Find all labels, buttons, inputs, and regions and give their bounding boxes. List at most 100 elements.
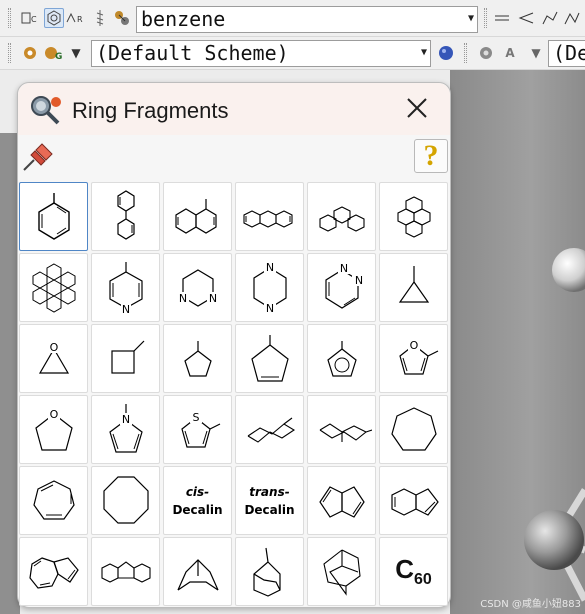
- fragment-cycloheptatriene[interactable]: [19, 466, 88, 535]
- help-button[interactable]: ?: [414, 139, 448, 173]
- dihedral-icon[interactable]: [540, 8, 560, 28]
- fluorene-icon: [100, 560, 151, 583]
- fragment-methylpyrrole[interactable]: N: [91, 395, 160, 464]
- chevron-down-icon[interactable]: ▼: [468, 7, 474, 31]
- pyrimidine-icon: N N: [176, 268, 219, 307]
- fragment-methylcyclobutane[interactable]: [91, 324, 160, 393]
- fragment-biphenyl[interactable]: [91, 182, 160, 251]
- cyclohexane-chair-2-icon: [319, 422, 372, 442]
- fragment-methylcyclopentane[interactable]: [163, 324, 232, 393]
- scheme-select-2[interactable]: (De: [548, 40, 585, 67]
- scheme-select[interactable]: (Default Scheme) ▼: [91, 40, 431, 67]
- toolbar-grip[interactable]: [484, 8, 487, 28]
- chevron-down-icon[interactable]: ▼: [526, 43, 546, 63]
- methylcyclopentene-icon: [250, 334, 289, 382]
- fragment-methylnaphthalene[interactable]: [163, 182, 232, 251]
- fragment-trans-decalin[interactable]: trans- Decalin: [235, 466, 304, 535]
- fragment-pentalene[interactable]: [307, 466, 376, 535]
- fragment-fluorene[interactable]: [91, 537, 160, 606]
- biphenyl-icon: [116, 189, 135, 240]
- help-icon: ?: [423, 139, 439, 172]
- fragment-methylcyclohexane-chair[interactable]: [235, 395, 304, 464]
- pentalene-icon: [318, 485, 365, 518]
- toolbar-grip[interactable]: [8, 43, 11, 63]
- bicyclooctane-icon: [252, 547, 281, 597]
- chain-tool-icon[interactable]: R: [66, 8, 86, 28]
- fragment-pyridazine[interactable]: N N: [307, 253, 376, 322]
- molecule-viewport[interactable]: [450, 70, 585, 614]
- oxygen-label: O: [409, 339, 418, 352]
- bond-rotate-icon[interactable]: [90, 8, 110, 28]
- fragment-anthracene[interactable]: [235, 182, 304, 251]
- fragment-methylcyclopropane[interactable]: [379, 253, 448, 322]
- fragment-oxirane[interactable]: O: [19, 324, 88, 393]
- nitrogen-label: N: [121, 413, 129, 426]
- nitrogen-label: N: [265, 261, 273, 274]
- pyrazine-icon: N N: [252, 260, 287, 315]
- ring-tool-icon[interactable]: [44, 8, 64, 28]
- close-icon[interactable]: [404, 95, 430, 121]
- methylfuran-icon: O: [398, 338, 438, 375]
- fragment-cycloheptane[interactable]: [379, 395, 448, 464]
- fragment-azulene[interactable]: [19, 537, 88, 606]
- fragment-c60[interactable]: C60: [379, 537, 448, 606]
- toluene-icon: [37, 192, 70, 240]
- chevron-down-icon[interactable]: ▼: [421, 41, 427, 65]
- fragment-bicyclooctane[interactable]: [235, 537, 304, 606]
- pin-icon[interactable]: [21, 141, 55, 173]
- fragment-adamantane[interactable]: [307, 537, 376, 606]
- pyrene-icon: [396, 195, 431, 238]
- nitrogen-label: N: [208, 292, 216, 305]
- cycloheptatriene-icon: [32, 479, 75, 520]
- fragment-pyrazine[interactable]: N N: [235, 253, 304, 322]
- fragment-pyrene[interactable]: [379, 182, 448, 251]
- panel-header: Ring Fragments: [18, 83, 450, 135]
- fragment-methylcyclopentene[interactable]: [235, 324, 304, 393]
- cyclooctane-icon: [102, 475, 149, 524]
- fragment-indene[interactable]: [379, 466, 448, 535]
- fragment-tetrahydrofuran[interactable]: O: [19, 395, 88, 464]
- coronene-icon: [32, 262, 75, 313]
- atom-icon[interactable]: [476, 43, 496, 63]
- toolbar-second: G ▼ (Default Scheme) ▼ A ▼ (De: [0, 37, 585, 70]
- globe-icon[interactable]: [436, 43, 456, 63]
- adamantane-icon: [322, 549, 361, 596]
- template-select-value: benzene: [141, 7, 226, 31]
- toolbar-grip[interactable]: [8, 8, 11, 28]
- fragment-methylcyclopentadienyl[interactable]: [307, 324, 376, 393]
- fragment-phenanthrene[interactable]: [307, 182, 376, 251]
- template-icon[interactable]: C: [20, 8, 40, 28]
- bond-angle-icon[interactable]: [516, 8, 536, 28]
- fragment-icon[interactable]: [112, 8, 132, 28]
- fragment-methylthiophene[interactable]: S: [163, 395, 232, 464]
- fragment-methylfuran[interactable]: O: [379, 324, 448, 393]
- atom-sphere[interactable]: [552, 248, 585, 292]
- fragment-pyrimidine[interactable]: N N: [163, 253, 232, 322]
- c60-label: C60: [395, 553, 432, 589]
- oxygen-label: O: [49, 341, 58, 354]
- nitrogen-label: N: [354, 274, 362, 287]
- tetrahydrofuran-icon: O: [34, 406, 73, 451]
- fragment-methylcyclohexane-chair-2[interactable]: [307, 395, 376, 464]
- fragment-toluene[interactable]: [19, 182, 88, 251]
- fragment-coronene[interactable]: [19, 253, 88, 322]
- style-icon[interactable]: [20, 43, 40, 63]
- fragment-methylpyridine[interactable]: N: [91, 253, 160, 322]
- fragment-norbornane[interactable]: [163, 537, 232, 606]
- dropdown-arrow-icon[interactable]: ▼: [66, 43, 86, 63]
- nitrogen-label: N: [265, 302, 273, 315]
- template-select[interactable]: benzene ▼: [136, 6, 478, 33]
- atom-sphere[interactable]: [524, 510, 584, 570]
- svg-text:R: R: [77, 15, 83, 24]
- label-icon[interactable]: A: [500, 43, 520, 63]
- trans-decalin-label: trans- Decalin: [244, 484, 295, 517]
- methylthiophene-icon: S: [180, 410, 220, 448]
- toolbar-top: C R benzene ▼: [0, 0, 585, 37]
- measure-icon[interactable]: [562, 8, 582, 28]
- fragment-cis-decalin[interactable]: cis- Decalin: [163, 466, 232, 535]
- scheme-select-2-value: (De: [553, 41, 585, 65]
- fragment-cyclooctane[interactable]: [91, 466, 160, 535]
- toolbar-grip[interactable]: [464, 43, 467, 63]
- bond-length-icon[interactable]: [492, 8, 512, 28]
- color-icon[interactable]: G: [44, 43, 64, 63]
